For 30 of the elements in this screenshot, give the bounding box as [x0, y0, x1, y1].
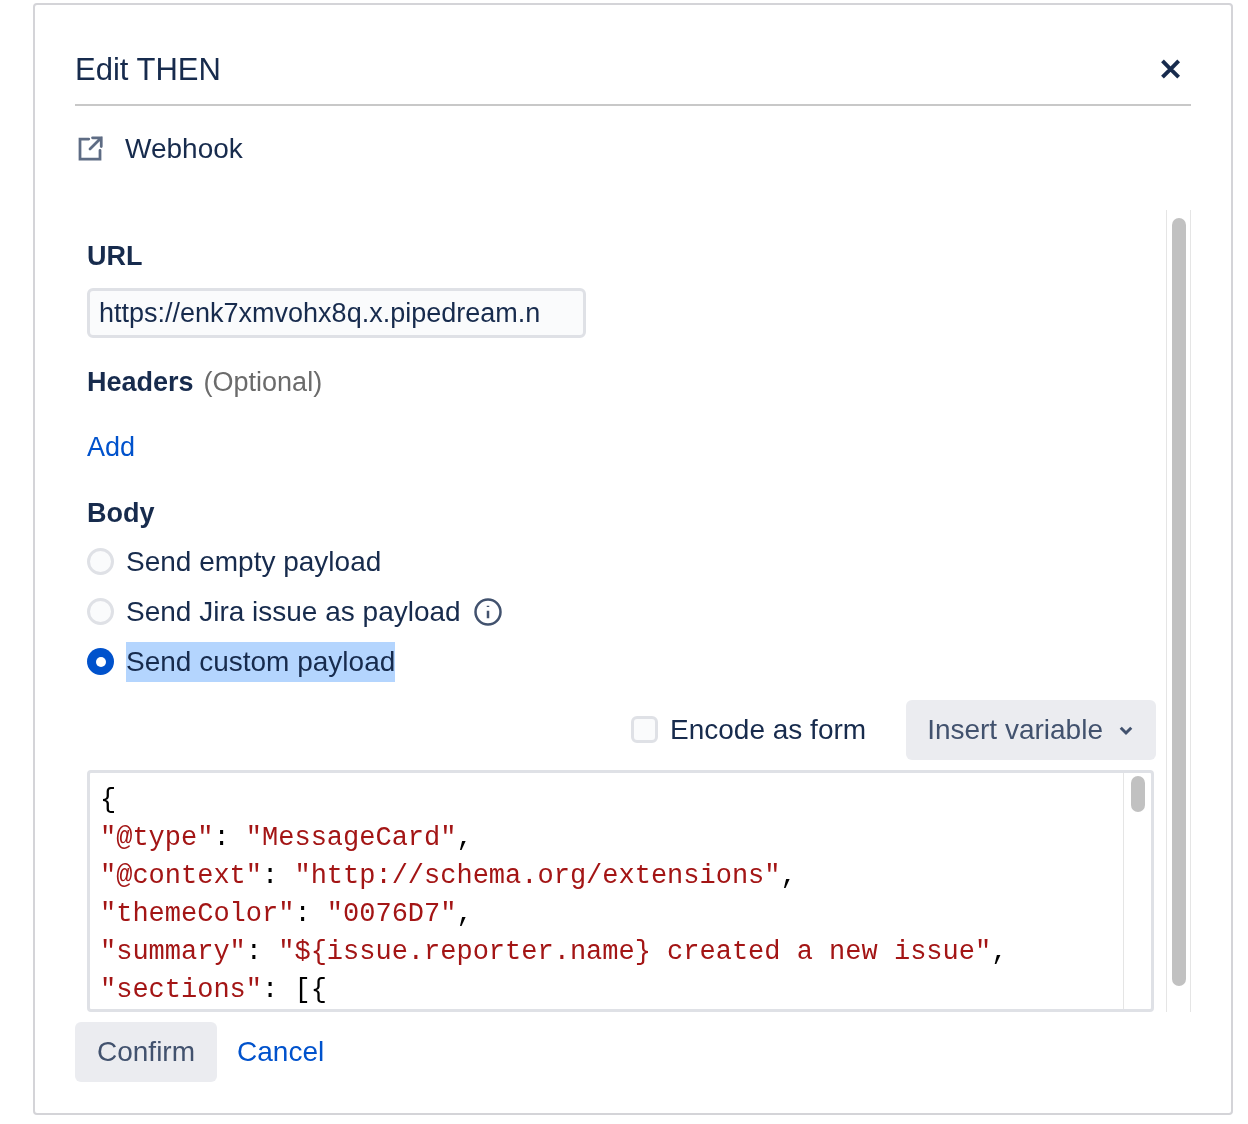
- code-line: "@type": "MessageCard",: [100, 821, 474, 855]
- radio-label[interactable]: Send Jira issue as payload: [126, 591, 461, 632]
- checkbox-label[interactable]: Encode as form: [670, 708, 867, 751]
- body-label: Body: [87, 497, 156, 530]
- radio-button[interactable]: [87, 598, 114, 625]
- optional-hint: (Optional): [203, 366, 323, 399]
- url-field[interactable]: https://enk7xmvohx8q.x.pipedream.n: [87, 288, 586, 338]
- close-button[interactable]: ✕: [1158, 55, 1183, 86]
- cancel-link[interactable]: Cancel: [237, 1030, 325, 1073]
- code-line: {: [100, 783, 118, 817]
- code-line: "sections": [{: [100, 973, 328, 1007]
- dialog-title: Edit THEN: [75, 51, 221, 89]
- add-header-link[interactable]: Add: [87, 426, 136, 467]
- code-line: "@context": "http://schema.org/extensions",: [100, 859, 798, 893]
- insert-variable-button[interactable]: Insert variable: [906, 699, 1156, 760]
- checkbox[interactable]: [631, 716, 658, 743]
- info-icon[interactable]: [472, 596, 503, 627]
- radio-button[interactable]: [87, 648, 114, 675]
- code-line: "themeColor": "0076D7",: [100, 897, 474, 931]
- radio-label[interactable]: Send empty payload: [126, 541, 382, 582]
- headers-label: Headers: [87, 366, 194, 399]
- scrollbar-thumb[interactable]: [1171, 217, 1186, 986]
- confirm-button[interactable]: Confirm: [75, 1021, 217, 1082]
- action-type: Webhook: [125, 131, 243, 166]
- scrollbar-thumb[interactable]: [1130, 775, 1145, 812]
- code-line: "summary": "${issue.reporter.name} created a new issue",: [100, 935, 1009, 969]
- radio-label[interactable]: Send custom payload: [126, 641, 396, 682]
- url-label: URL: [87, 239, 144, 273]
- radio-button[interactable]: [87, 548, 114, 575]
- code-editor[interactable]: { "@type": "MessageCard", "@context": "http://schema.org/extensions", "themeColor": "0076D7", "summary": "${issue.reporter.name} created a new issue", "sections": [{: [87, 769, 1154, 1012]
